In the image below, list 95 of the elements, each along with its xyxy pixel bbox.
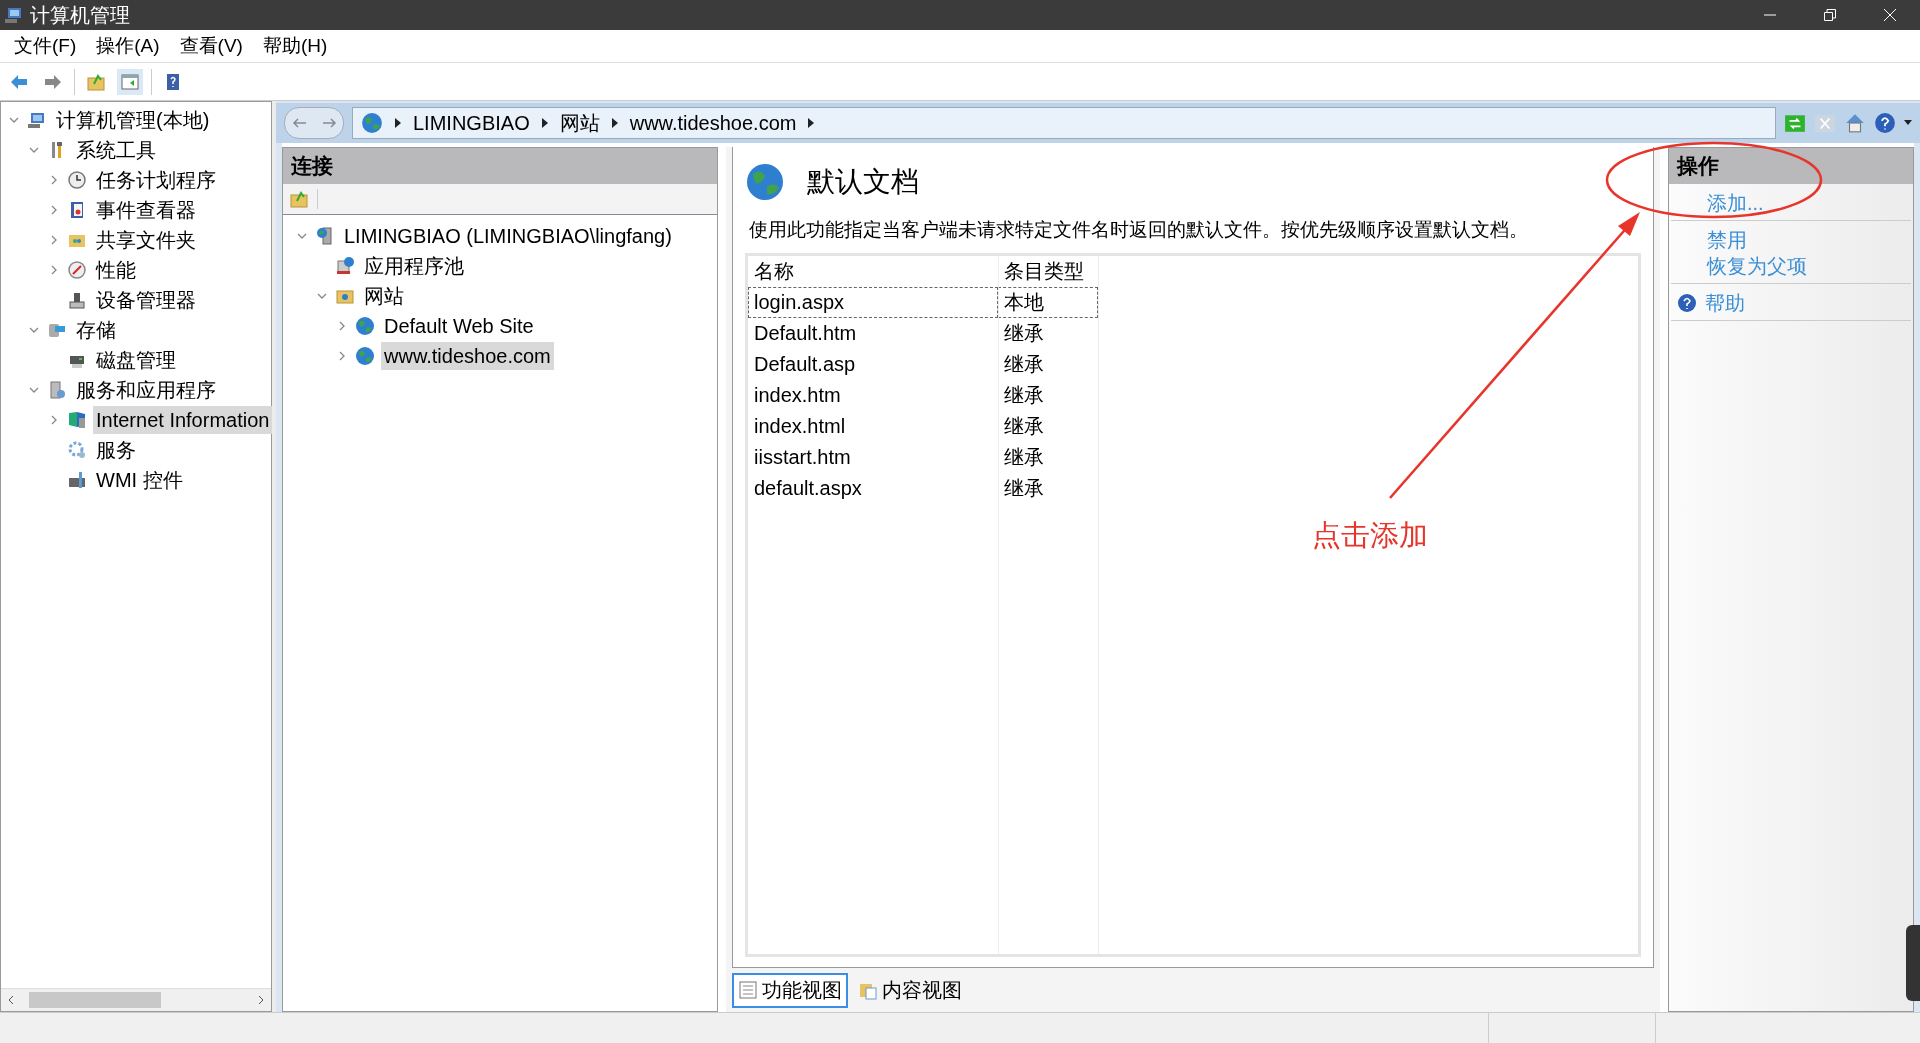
address-bar[interactable]: LIMINGBIAO 网站 www.tideshoe.com <box>352 107 1776 139</box>
column-header[interactable]: 条目类型 <box>998 256 1098 287</box>
chevron-down-icon[interactable] <box>9 115 19 125</box>
tree-item[interactable]: 事件查看器 <box>93 196 199 224</box>
view-tab[interactable]: 内容视图 <box>852 972 968 1008</box>
table-cell[interactable]: 继承 <box>998 442 1098 473</box>
breadcrumb-item[interactable]: LIMINGBIAO <box>413 111 530 135</box>
tree-item[interactable]: Internet Information <box>93 406 273 434</box>
tree-item[interactable]: Default Web Site <box>381 312 537 340</box>
breadcrumb-item[interactable]: www.tideshoe.com <box>629 111 797 135</box>
pane-header: 操作 <box>1669 148 1913 184</box>
breadcrumb-arrow-icon[interactable] <box>541 118 548 128</box>
tree-item[interactable]: 磁盘管理 <box>93 346 179 374</box>
tree-item[interactable]: 性能 <box>93 256 139 284</box>
app-pool-icon <box>335 256 355 276</box>
table-cell[interactable]: 继承 <box>998 349 1098 380</box>
scroll-left-icon[interactable] <box>7 995 15 1005</box>
gear-icon <box>67 440 87 460</box>
table-cell[interactable]: 继承 <box>998 380 1098 411</box>
table-cell[interactable]: Default.asp <box>748 349 998 380</box>
clock-icon <box>67 170 87 190</box>
chevron-down-icon[interactable] <box>297 231 307 241</box>
breadcrumb-arrow-icon[interactable] <box>395 118 401 128</box>
tree-item[interactable]: LIMINGBIAO (LIMINGBIAO\lingfang) <box>341 222 675 250</box>
chevron-down-icon[interactable] <box>29 145 39 155</box>
computer-icon <box>27 110 47 130</box>
tree-item[interactable]: www.tideshoe.com <box>381 342 554 370</box>
view-tab[interactable]: 功能视图 <box>732 972 848 1008</box>
globe-icon <box>745 162 785 202</box>
tree-item[interactable]: 网站 <box>361 282 407 310</box>
tree-item[interactable]: 设备管理器 <box>93 286 199 314</box>
restore-icon[interactable] <box>1824 9 1836 21</box>
dropdown-caret-icon[interactable] <box>1904 120 1912 126</box>
breadcrumb-arrow-icon[interactable] <box>611 118 618 128</box>
refresh-icon <box>1784 112 1806 134</box>
pane-header: 连接 <box>283 148 717 184</box>
menu-item[interactable]: 查看(V) <box>169 33 253 59</box>
tree-item[interactable]: 服务和应用程序 <box>73 376 219 404</box>
chevron-down-icon[interactable] <box>29 385 39 395</box>
server-icon <box>47 380 67 400</box>
connect-folder-icon <box>289 189 309 209</box>
column-header[interactable]: 名称 <box>748 256 998 287</box>
tree-item[interactable]: 计算机管理(本地) <box>53 106 213 134</box>
scroll-right-icon[interactable] <box>257 995 265 1005</box>
chevron-right-icon[interactable] <box>49 265 59 275</box>
globe-icon <box>361 112 383 134</box>
menu-item[interactable]: 操作(A) <box>86 33 170 59</box>
breadcrumb-item[interactable]: 网站 <box>559 109 600 137</box>
device-icon <box>67 290 87 310</box>
server-icon <box>315 226 335 246</box>
stop-icon <box>1814 112 1836 134</box>
table-cell[interactable]: 继承 <box>998 318 1098 349</box>
globe-icon <box>355 316 375 336</box>
home-icon <box>1844 112 1866 134</box>
window-title: 计算机管理 <box>30 2 130 28</box>
table-cell[interactable]: index.htm <box>748 380 998 411</box>
table-cell[interactable]: 继承 <box>998 411 1098 442</box>
chevron-right-icon[interactable] <box>49 205 59 215</box>
tree-item[interactable]: 服务 <box>93 436 139 464</box>
feature-description: 使用此功能指定当客户端未请求特定文件名时返回的默认文件。按优先级顺序设置默认文档。 <box>749 218 1529 242</box>
scrollbar-thumb[interactable] <box>29 992 161 1008</box>
tree-item[interactable]: 应用程序池 <box>361 252 467 280</box>
chevron-right-icon[interactable] <box>49 415 59 425</box>
tree-item[interactable]: 系统工具 <box>73 136 159 164</box>
tree-item[interactable]: 共享文件夹 <box>93 226 199 254</box>
tree-item[interactable]: WMI 控件 <box>93 466 186 494</box>
table-cell[interactable]: 继承 <box>998 473 1098 504</box>
help-icon <box>1677 293 1697 313</box>
tree-item[interactable]: 存储 <box>73 316 119 344</box>
feature-title: 默认文档 <box>807 165 919 199</box>
table-cell[interactable]: login.aspx <box>748 287 998 318</box>
menu-item[interactable]: 文件(F) <box>4 33 87 59</box>
menu-item[interactable]: 帮助(H) <box>252 33 338 59</box>
close-icon[interactable] <box>1884 9 1896 21</box>
chevron-right-icon[interactable] <box>49 235 59 245</box>
table-cell[interactable]: index.html <box>748 411 998 442</box>
computer-icon <box>4 5 24 25</box>
help-icon <box>1874 112 1896 134</box>
chevron-right-icon[interactable] <box>337 321 347 331</box>
chevron-down-icon[interactable] <box>317 291 327 301</box>
console-tree-icon <box>120 71 140 92</box>
chevron-right-icon[interactable] <box>337 351 347 361</box>
chevron-right-icon[interactable] <box>49 175 59 185</box>
tree-item[interactable]: 任务计划程序 <box>93 166 219 194</box>
breadcrumb-arrow-icon[interactable] <box>808 118 815 128</box>
toolbox-icon <box>67 470 87 490</box>
navigation-buttons[interactable] <box>284 107 344 139</box>
table-cell[interactable]: iisstart.htm <box>748 442 998 473</box>
table-cell[interactable]: Default.htm <box>748 318 998 349</box>
table-cell[interactable]: 本地 <box>998 287 1098 318</box>
feature-view-icon <box>738 980 758 1000</box>
table-cell[interactable]: default.aspx <box>748 473 998 504</box>
globe-icon <box>355 346 375 366</box>
chevron-down-icon[interactable] <box>29 325 39 335</box>
annotation-label: 点击添加 <box>1312 518 1428 553</box>
